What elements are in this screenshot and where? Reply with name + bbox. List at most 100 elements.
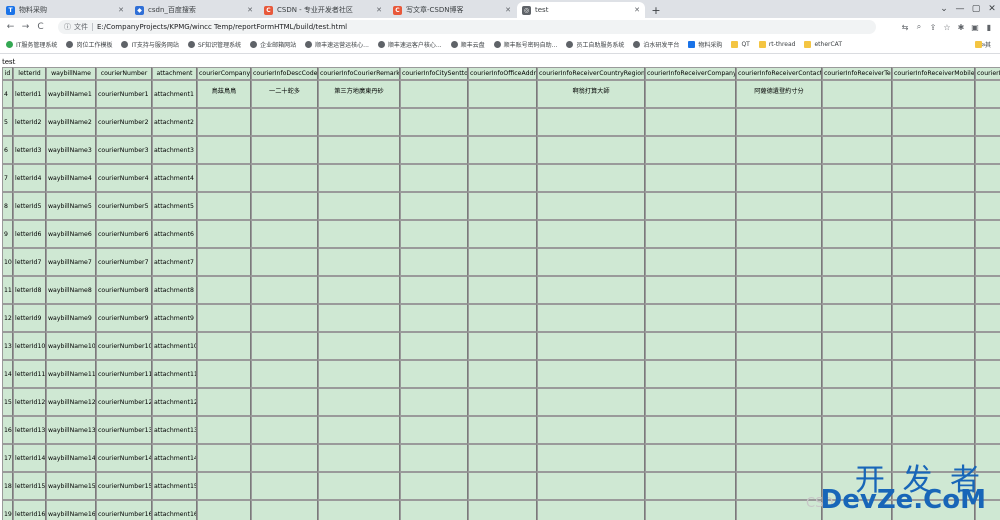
table-cell-courierInfoOfficeAddr [468, 108, 537, 136]
table-cell-letterId: letterId4 [13, 164, 46, 192]
table-cell-waybillName: waybillName5 [46, 192, 96, 220]
bookmark-label: QT [741, 41, 750, 48]
zoom-icon[interactable]: ⌕ [912, 20, 926, 34]
bookmark-item-12[interactable]: QT [731, 41, 750, 48]
table-cell-courierInfoReceiverContact [736, 416, 822, 444]
bookmark-favicon-icon [66, 41, 74, 48]
table-cell-courierInfoCourierRemark [318, 416, 400, 444]
tab-title: test [535, 6, 549, 14]
table-cell-courierInfoReceiverMobile [892, 164, 975, 192]
bookmark-label: IT服务管理系统 [16, 42, 58, 49]
reload-button[interactable]: C [34, 21, 47, 34]
bookmark-item-9[interactable]: 员工自助服务系统 [566, 40, 624, 49]
table-cell-courierInfoReceiverCompany [645, 304, 736, 332]
minimize-button[interactable]: — [952, 0, 968, 18]
bookmark-item-1[interactable]: 岗位工作模板 [66, 40, 112, 49]
tab-title: 物料采购 [19, 6, 47, 14]
share-icon[interactable]: ⇪ [926, 20, 940, 34]
bookmarks-bar: IT服务管理系统 岗位工作模板 IT支持与服务网站 SF知识管理系统 企业邮箱网站 顺丰速… [0, 36, 1000, 54]
table-cell-courierInfoOfficeAddr [468, 304, 537, 332]
forward-button[interactable]: → [19, 21, 32, 34]
bookmark-item-4[interactable]: 企业邮箱网站 [250, 40, 296, 49]
tab-close-icon[interactable]: ✕ [634, 6, 640, 14]
bookmark-item-2[interactable]: IT支持与服务网站 [121, 40, 179, 49]
table-cell-attachment: attachment1 [152, 80, 197, 108]
table-cell-courierInfoReceiverCountryRegion [537, 444, 645, 472]
bookmark-item-6[interactable]: 顺丰速运客户核心... [377, 40, 442, 49]
bookmark-item-3[interactable]: SF知识管理系统 [187, 40, 241, 49]
toolbar-icons: ⇆ ⌕ ⇪ ☆ ✱ ▣ ▮ [898, 20, 996, 34]
back-button[interactable]: ← [4, 21, 17, 34]
bookmark-item-0[interactable]: IT服务管理系统 [6, 40, 57, 49]
address-url[interactable]: E:/CompanyProjects/KPMG/wincc Temp/repor… [97, 23, 347, 31]
table-cell-letterId: letterId14 [13, 444, 46, 472]
bookmark-favicon-icon [250, 41, 258, 48]
table-cell-courierInfoReceiverTel [822, 80, 892, 108]
bookmark-item-7[interactable]: 顺丰云盘 [450, 40, 485, 49]
table-cell-courierInfoDescCode [251, 220, 318, 248]
close-window-button[interactable]: ✕ [984, 0, 1000, 18]
address-bar[interactable]: ⓘ 文件 E:/CompanyProjects/KPMG/wincc Temp/… [58, 20, 876, 34]
tab-search-icon[interactable]: ⌄ [936, 0, 952, 18]
table-cell-id: 10 [2, 248, 13, 276]
bookmark-folder-other[interactable]: 其 [974, 40, 991, 49]
table-cell-letterId: letterId12 [13, 388, 46, 416]
table-cell-courierInfoCitySentto [400, 80, 468, 108]
table-cell-courierInfoReceiverCompany [645, 388, 736, 416]
folder-icon [758, 41, 766, 48]
extensions-icon[interactable]: ✱ [954, 20, 968, 34]
column-header-courierInfoReceiverCompany: courierInfoReceiverCompany [645, 67, 736, 80]
table-cell-courierInfoReceiverCompany [645, 80, 736, 108]
info-icon[interactable]: ⓘ [64, 22, 71, 32]
tab-0[interactable]: T 物料采购 ✕ [1, 2, 129, 18]
table-cell-courierInfoReceiverContact: 阿薩德遺登約寸分 [736, 80, 822, 108]
tab-close-icon[interactable]: ✕ [118, 6, 124, 14]
tab-close-icon[interactable]: ✕ [505, 6, 511, 14]
table-cell-courierInfoReceiverMobile [892, 416, 975, 444]
column-header-id: id [2, 67, 13, 80]
bookmark-item-13[interactable]: rt-thread [758, 41, 795, 48]
table-cell-courierInfoOfficeAddr [468, 276, 537, 304]
table-cell-id: 4 [2, 80, 13, 108]
table-cell-courierInfoReceiverMobile [892, 192, 975, 220]
tab-close-icon[interactable]: ✕ [376, 6, 382, 14]
bookmark-item-10[interactable]: 泊水研发平台 [633, 40, 679, 49]
table-cell-courierInfoReceiverCompany [645, 220, 736, 248]
table-cell-courierInfoReceiverCountryRegion: 啊翁打算大師 [537, 80, 645, 108]
table-cell-courierInfoCitySentto [400, 276, 468, 304]
translate-icon[interactable]: ⇆ [898, 20, 912, 34]
bookmark-item-5[interactable]: 顺丰速运营运核心... [305, 40, 369, 49]
bookmark-item-8[interactable]: 顺丰账号密码自助... [493, 40, 557, 49]
report-table: id letterId waybillName courierNumber attach… [2, 67, 1000, 520]
table-cell-courierInfoCitySentto [400, 248, 468, 276]
table-cell-courierInfoReceiverMobile [892, 220, 975, 248]
table-cell-courierInfoDescCode [251, 416, 318, 444]
table-cell-courierInfoCourierRemark [318, 332, 400, 360]
bookmark-star-icon[interactable]: ☆ [940, 20, 954, 34]
bookmark-item-11[interactable]: 物料采购 [688, 40, 722, 49]
table-cell-courierInfoReceiverTel [822, 388, 892, 416]
table-cell-courierNumber: courierNumber1 [96, 80, 152, 108]
profile-icon[interactable]: ▮ [982, 20, 996, 34]
table-cell-courierInfoCourierRemark [318, 136, 400, 164]
new-tab-button[interactable]: + [649, 2, 663, 18]
side-panel-icon[interactable]: ▣ [968, 20, 982, 34]
column-header-courierInfoReceiverTel: courierInfoReceiverTel [822, 67, 892, 80]
bookmark-item-14[interactable]: etherCAT [804, 41, 842, 48]
tab-1[interactable]: ◆ csdn_百度搜索 ✕ [130, 2, 258, 18]
table-cell-courierCompany [197, 444, 251, 472]
tab-4[interactable]: ◎ test ✕ [517, 2, 645, 18]
tab-3[interactable]: C 写文章-CSDN博客 ✕ [388, 2, 516, 18]
maximize-button[interactable]: ▢ [968, 0, 984, 18]
table-cell-id: 15 [2, 388, 13, 416]
address-separator [92, 23, 93, 31]
table-cell-courierInfoReceiverMobile [892, 80, 975, 108]
bookmark-label: 岗位工作模板 [76, 42, 113, 49]
tab-close-icon[interactable]: ✕ [247, 6, 253, 14]
table-row: 16 letterId13 waybillName13 courierNumber13… [2, 416, 1000, 444]
table-cell-courierCompany [197, 248, 251, 276]
address-scheme: 文件 [74, 23, 88, 31]
tab-2[interactable]: C CSDN - 专业开发者社区 ✕ [259, 2, 387, 18]
table-cell-waybillName: waybillName3 [46, 136, 96, 164]
table-cell-courierInfoReceiverMobile [892, 276, 975, 304]
